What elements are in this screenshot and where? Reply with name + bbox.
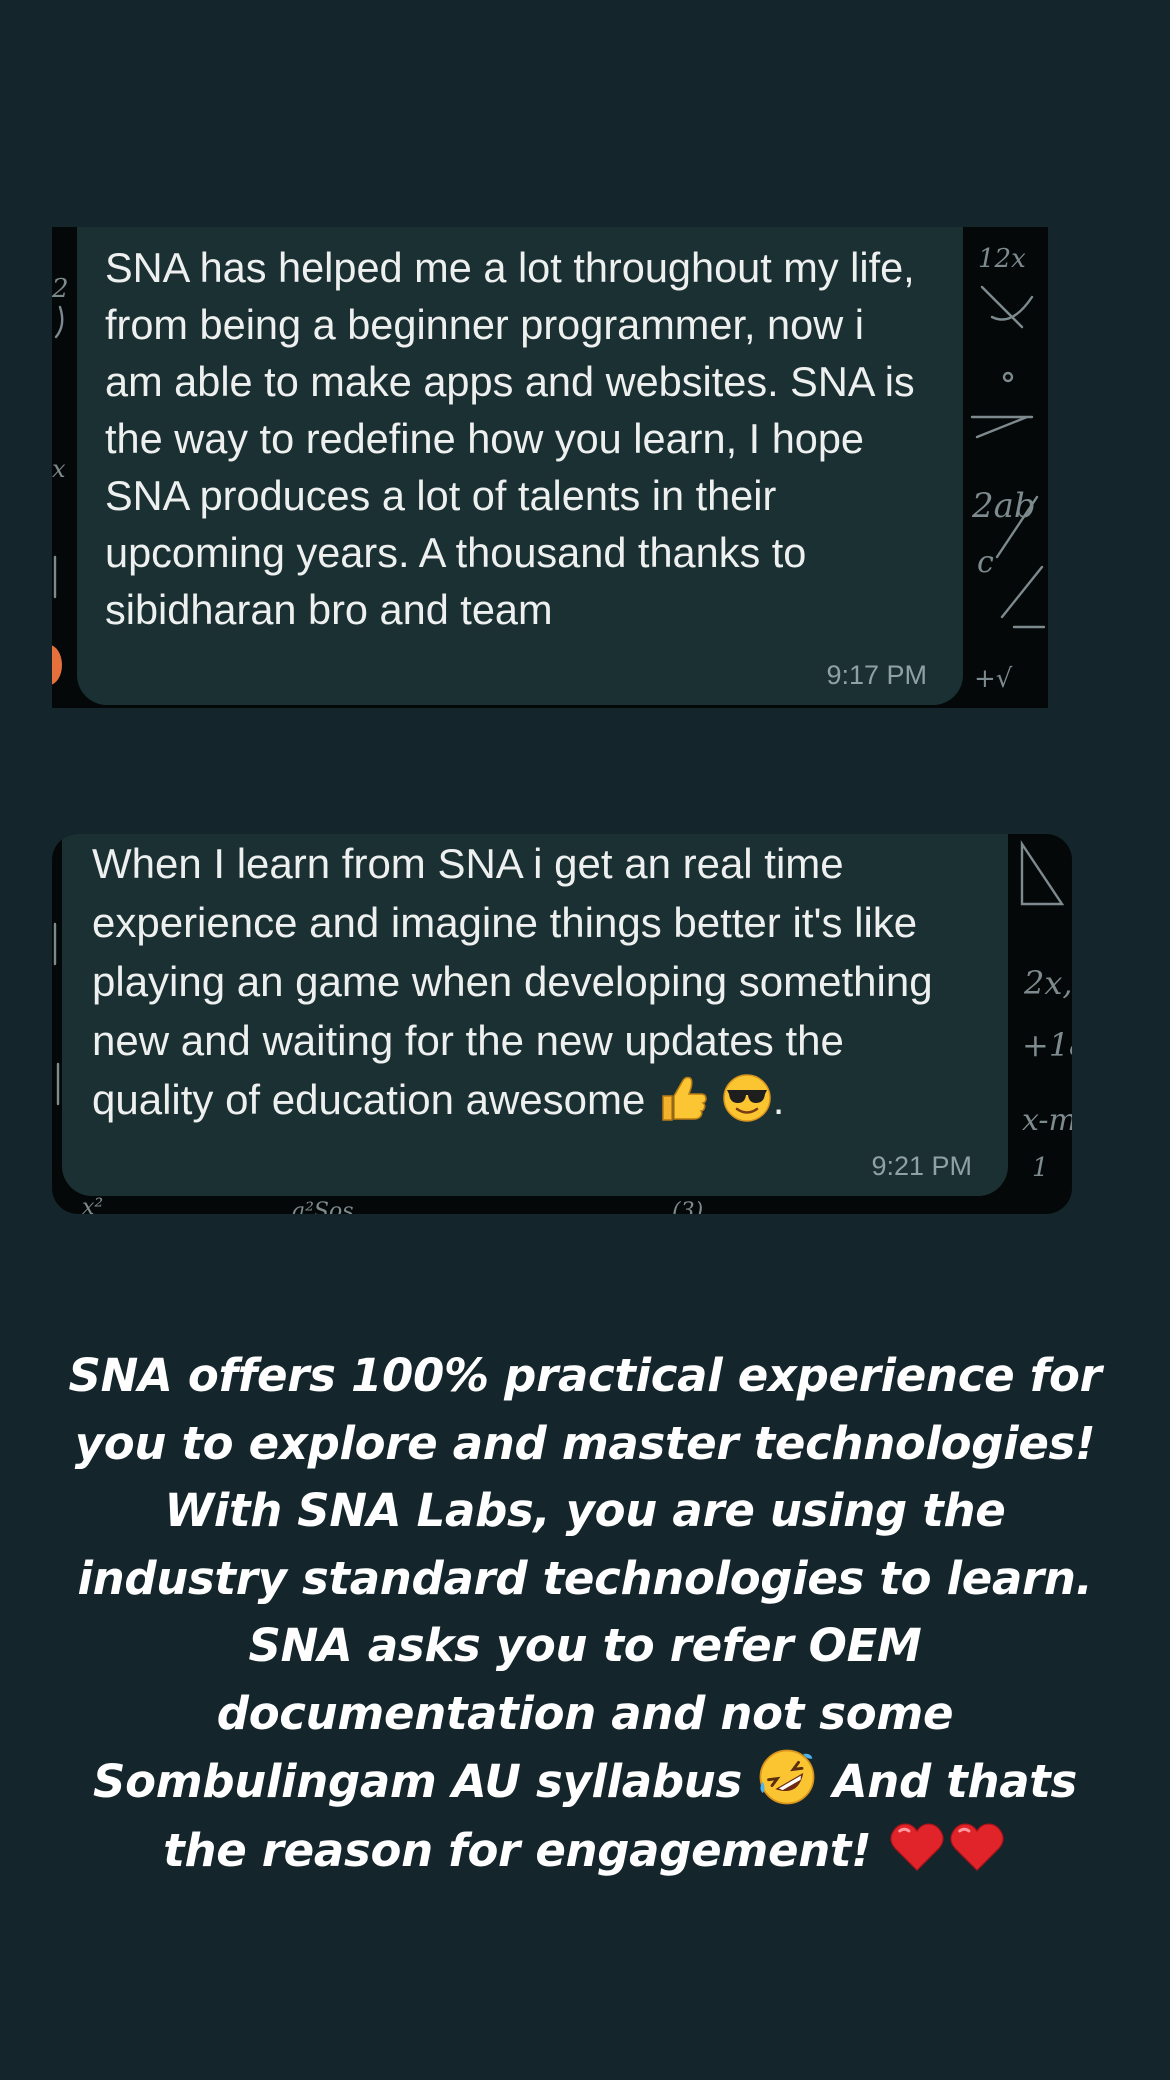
doodle: 2 (52, 274, 69, 304)
doodle: x² (82, 1195, 103, 1214)
message-text-2-body: When I learn from SNA i get an real time… (92, 840, 933, 1123)
rolling-laughing-face-icon (759, 1749, 815, 1805)
doodle (980, 285, 1034, 329)
doodle: a²Sos (292, 1199, 354, 1214)
chat-screenshot-1: 2 x 12x 2ab c +√ SNA has helped me a lot… (52, 227, 1048, 708)
message-bubble-2: When I learn from SNA i get an real time… (62, 834, 1008, 1196)
doodle: 12x (978, 244, 1026, 274)
doodle: x (52, 455, 66, 483)
doodle: +18 (1022, 1026, 1072, 1064)
doodle (53, 922, 60, 1106)
doodle: +√ (974, 664, 1013, 694)
chat-screenshot-2: 2x, +18 x-m 1 x² a²Sos (3) When I learn … (52, 834, 1072, 1214)
message-bubble-1: SNA has helped me a lot throughout my li… (77, 227, 963, 705)
message-timestamp-1: 9:17 PM (826, 660, 927, 690)
doodle (1020, 840, 1065, 906)
sunglasses-face-icon (722, 1074, 771, 1122)
doodle (970, 415, 1034, 439)
story-caption: SNA offers 100% practical experience for… (60, 1342, 1110, 1884)
message-timestamp-2: 9:21 PM (871, 1151, 972, 1181)
red-heart-icon (950, 1822, 1004, 1871)
message-text-1: SNA has helped me a lot throughout my li… (105, 244, 915, 633)
red-heart-icon (890, 1822, 944, 1871)
message-text-2: When I learn from SNA i get an real time… (92, 834, 968, 1129)
doodle: c (977, 545, 994, 580)
thumbs-up-icon (662, 1076, 707, 1121)
doodle: x-m (1022, 1103, 1072, 1138)
doodle: 2x, (1023, 964, 1072, 1002)
message-text-2-trailing: . (772, 1076, 785, 1123)
doodle (54, 305, 64, 339)
doodle: 2ab (971, 486, 1036, 526)
doodle: (3) (672, 1199, 703, 1214)
caption-text-part1: SNA offers 100% practical experience for… (68, 1349, 1102, 1808)
doodle (1002, 371, 1014, 383)
doodle: 1 (1032, 1153, 1049, 1183)
